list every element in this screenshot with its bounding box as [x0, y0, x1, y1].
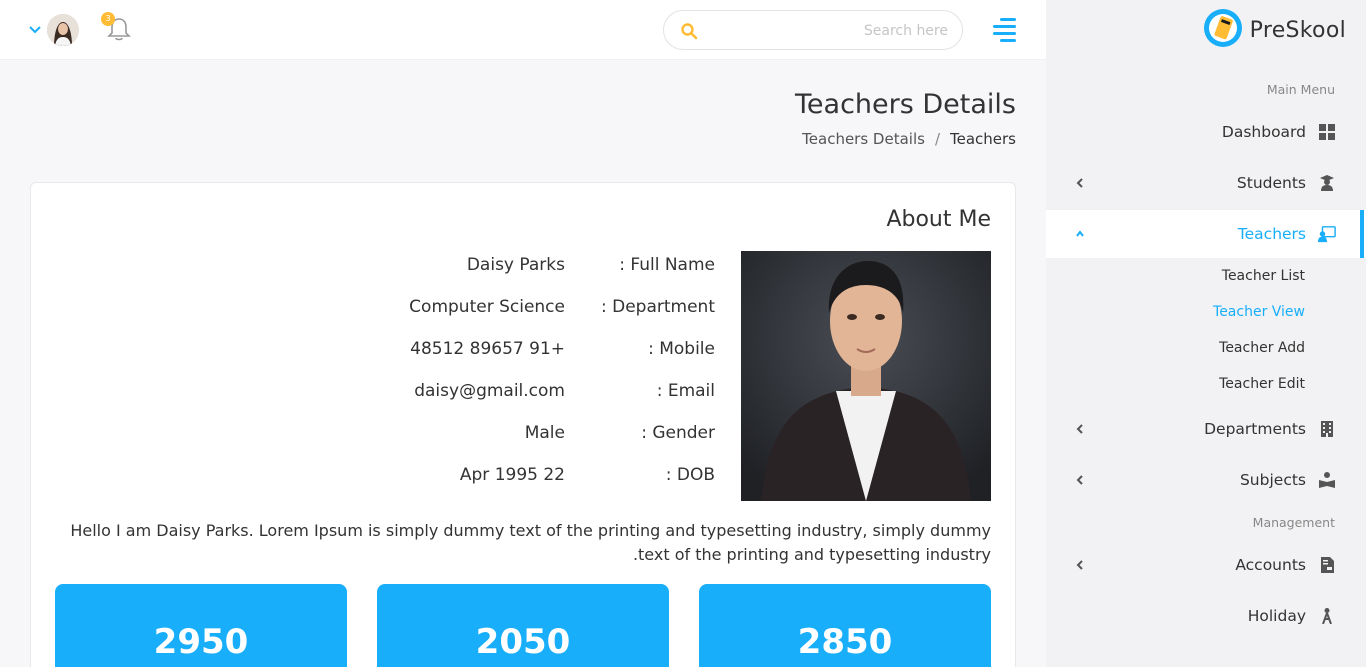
sidebar-item-label: Teachers — [1237, 225, 1306, 243]
sidebar-item-label: Accounts — [1235, 556, 1306, 574]
sidebar-item-label: Subjects — [1239, 471, 1306, 489]
search-box — [663, 10, 963, 50]
breadcrumb-separator: / — [934, 130, 940, 148]
sidebar-item-label: Departments — [1204, 420, 1306, 438]
chevron-left-icon — [1074, 471, 1086, 489]
chevron-up-icon — [1074, 225, 1086, 243]
student-icon — [1318, 174, 1336, 192]
logo-text: PreSkool — [1249, 17, 1346, 43]
email-label: : Email — [656, 381, 715, 401]
building-icon — [1318, 420, 1336, 438]
stat-card: 2050 — [377, 584, 669, 667]
mobile-value: 48512 89657 91+ — [410, 339, 565, 359]
top-header: 3 — [0, 0, 1046, 60]
notification-badge: 3 — [101, 12, 115, 26]
menu-toggle-icon[interactable] — [990, 17, 1018, 43]
holiday-icon — [1318, 607, 1336, 625]
stat-card: 2850 — [699, 584, 991, 667]
sidebar-item-accounts[interactable]: Accounts — [1046, 541, 1366, 589]
main-menu-title: Main Menu — [1266, 82, 1335, 97]
department-label: : Department — [600, 297, 715, 317]
dob-label: : DOB — [665, 465, 715, 485]
chevron-down-icon[interactable] — [27, 22, 43, 38]
sidebar-item-dashboard[interactable]: Dashboard — [1046, 108, 1366, 156]
sidebar-item-teachers[interactable]: Teachers — [1046, 210, 1366, 258]
avatar[interactable] — [47, 14, 79, 46]
chevron-left-icon — [1074, 556, 1086, 574]
sidebar-item-students[interactable]: Students — [1046, 159, 1366, 207]
sidebar-item-label: Dashboard — [1221, 123, 1306, 141]
department-value: Computer Science — [409, 297, 565, 317]
about-card: About Me : Full Name Daisy Parks : Depar… — [30, 182, 1016, 667]
about-bio: Hello I am Daisy Parks. Lorem Ipsum is s… — [70, 521, 991, 564]
sidebar-subitem-teacher-add[interactable]: Teacher Add — [1219, 340, 1305, 356]
stat-value: 2950 — [153, 622, 249, 662]
breadcrumb-current: Teachers — [950, 130, 1016, 148]
sidebar-item-label: Holiday — [1247, 607, 1306, 625]
sidebar-item-subjects[interactable]: Subjects — [1046, 456, 1366, 504]
gender-value: Male — [524, 423, 565, 443]
dob-value: Apr 1995 22 — [459, 465, 565, 485]
breadcrumb-link[interactable]: Teachers Details — [802, 130, 925, 148]
chevron-left-icon — [1074, 420, 1086, 438]
full-name-value: Daisy Parks — [466, 255, 565, 275]
page-title: Teachers Details — [795, 89, 1016, 120]
stat-card: 2950 — [55, 584, 347, 667]
book-reader-icon — [1318, 471, 1336, 489]
sidebar-subitem-teacher-edit[interactable]: Teacher Edit — [1219, 376, 1305, 392]
sidebar-subitem-teacher-view[interactable]: Teacher View — [1213, 304, 1305, 320]
sidebar-subitem-teacher-list[interactable]: Teacher List — [1222, 268, 1305, 284]
dashboard-icon — [1318, 123, 1336, 141]
sidebar-item-departments[interactable]: Departments — [1046, 405, 1366, 453]
breadcrumb: Teachers Details / Teachers — [802, 130, 1016, 148]
mobile-label: : Mobile — [648, 339, 715, 359]
email-value: daisy@gmail.com — [414, 381, 565, 401]
management-title: Management — [1252, 515, 1335, 530]
logo-icon — [1202, 7, 1244, 53]
about-title: About Me — [886, 207, 991, 232]
stat-value: 2850 — [797, 622, 893, 662]
invoice-icon — [1318, 556, 1336, 574]
sidebar-item-label: Students — [1236, 174, 1306, 192]
sidebar: PreSkool Main Menu Dashboard Students Te… — [1046, 0, 1366, 667]
chevron-left-icon — [1074, 174, 1086, 192]
full-name-label: : Full Name — [619, 255, 715, 275]
search-icon[interactable] — [680, 22, 698, 40]
logo[interactable]: PreSkool — [1202, 8, 1346, 52]
teacher-photo — [741, 251, 991, 501]
teacher-icon — [1318, 225, 1336, 243]
sidebar-item-holiday[interactable]: Holiday — [1046, 592, 1366, 640]
search-input[interactable] — [708, 19, 948, 43]
stat-value: 2050 — [475, 622, 571, 662]
gender-label: : Gender — [641, 423, 715, 443]
